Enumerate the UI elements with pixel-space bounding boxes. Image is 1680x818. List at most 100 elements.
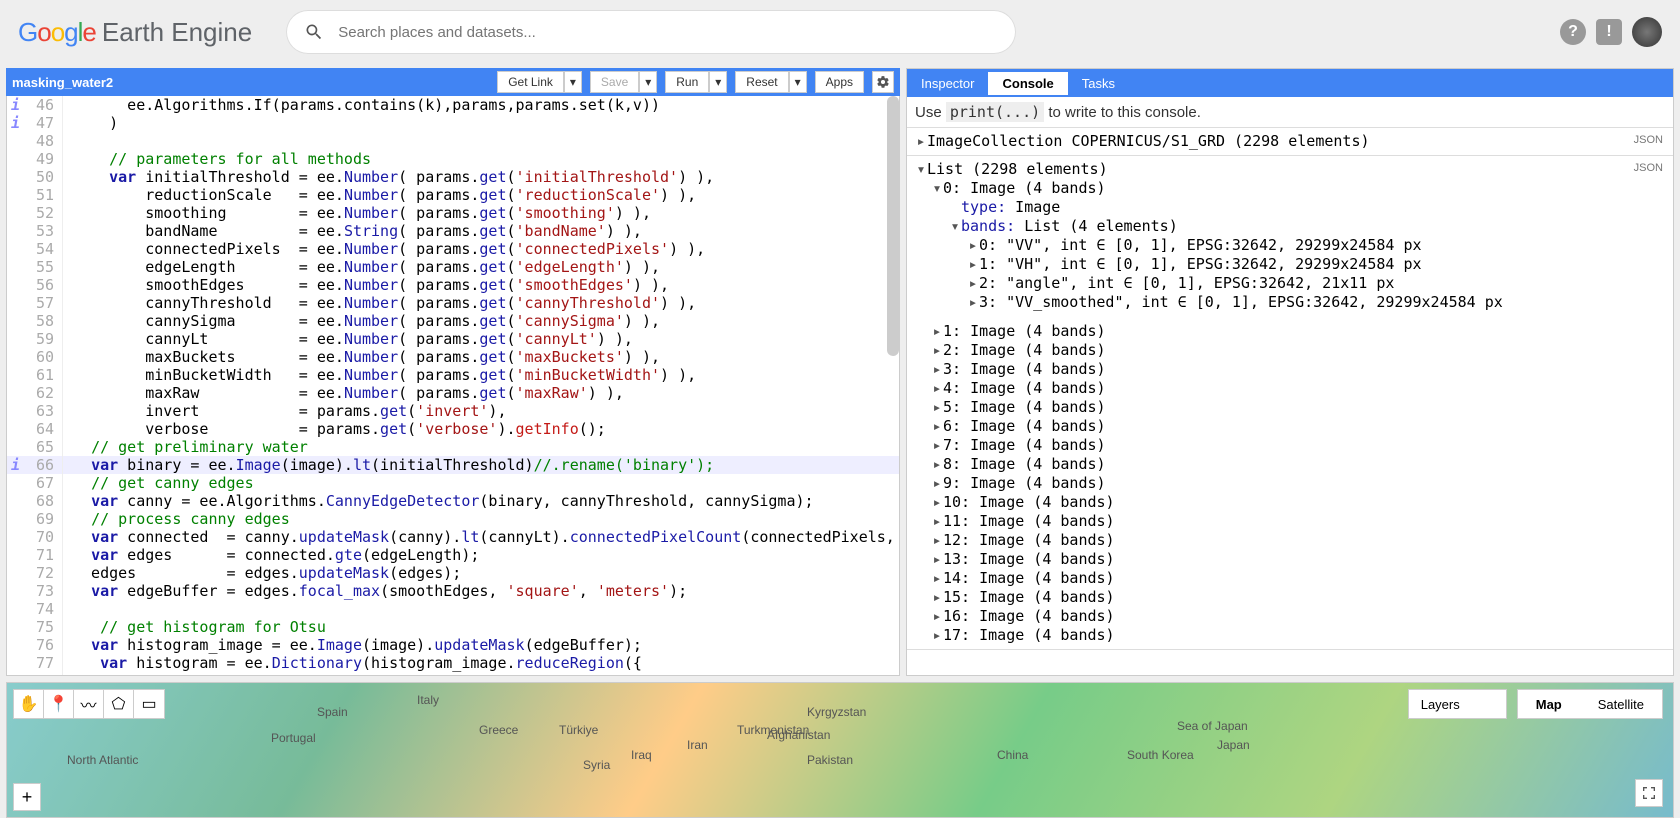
editor-pane: masking_water2 Get Link ▾ Save ▾ Run ▾ R… [6,68,900,676]
line-tool-icon[interactable]: 〰 [74,690,104,718]
scrollbar-thumb[interactable] [887,96,899,356]
tree-band-1[interactable]: ▸1: "VH", int ∈ [0, 1], EPSG:32642, 2929… [913,255,1667,274]
tree-image-7[interactable]: ▸7: Image (4 bands) [913,436,1667,455]
code-line[interactable]: 69 // process canny edges [7,510,899,528]
json-link[interactable]: JSON [1634,162,1663,174]
tab-console[interactable]: Console [988,72,1067,95]
code-line[interactable]: 54 connectedPixels = ee.Number( params.g… [7,240,899,258]
code-line[interactable]: 70 var connected = canny.updateMask(cann… [7,528,899,546]
code-line[interactable]: 76 var histogram_image = ee.Image(image)… [7,636,899,654]
reset-button[interactable]: Reset [735,71,788,93]
code-line[interactable]: 64 verbose = params.get('verbose').getIn… [7,420,899,438]
map-label: Japan [1217,738,1250,752]
tree-image-14[interactable]: ▸14: Image (4 bands) [913,569,1667,588]
code-line[interactable]: 72 edges = edges.updateMask(edges); [7,564,899,582]
code-line[interactable]: 59 cannyLt = ee.Number( params.get('cann… [7,330,899,348]
apps-button[interactable]: Apps [815,71,864,93]
code-line[interactable]: 57 cannyThreshold = ee.Number( params.ge… [7,294,899,312]
searchbar[interactable] [286,10,1016,54]
code-line[interactable]: 50 var initialThreshold = ee.Number( par… [7,168,899,186]
layers-control[interactable]: Layers [1408,689,1507,719]
tab-tasks[interactable]: Tasks [1068,72,1129,95]
map-type-satellite[interactable]: Satellite [1580,690,1662,718]
code-line[interactable]: 63 invert = params.get('invert'), [7,402,899,420]
code-line[interactable]: i47 ) [7,114,899,132]
tree-image-0-type[interactable]: type: Image [913,198,1667,217]
json-link[interactable]: JSON [1634,134,1663,146]
save-button[interactable]: Save [590,71,639,93]
tree-image-4[interactable]: ▸4: Image (4 bands) [913,379,1667,398]
code-line[interactable]: 67 // get canny edges [7,474,899,492]
code-line[interactable]: 62 maxRaw = ee.Number( params.get('maxRa… [7,384,899,402]
code-line[interactable]: i46 ee.Algorithms.If(params.contains(k),… [7,96,899,114]
map[interactable]: ✋ 📍 〰 ⬠ ▭ + Layers Map Satellite SpainPo… [6,682,1674,818]
marker-tool-icon[interactable]: 📍 [44,690,74,718]
tree-image-0[interactable]: ▾0: Image (4 bands) [913,179,1667,198]
tree-image-2[interactable]: ▸2: Image (4 bands) [913,341,1667,360]
polygon-tool-icon[interactable]: ⬠ [104,690,134,718]
zoom-in-button[interactable]: + [13,783,41,811]
search-input[interactable] [338,24,998,41]
tree-band-0[interactable]: ▸0: "VV", int ∈ [0, 1], EPSG:32642, 2929… [913,236,1667,255]
code-line[interactable]: 78 [7,672,899,676]
reset-menu[interactable]: ▾ [789,71,807,93]
tree-image-0-bands[interactable]: ▾bands: List (4 elements) [913,217,1667,236]
code-line[interactable]: 65 // get preliminary water [7,438,899,456]
code-line[interactable]: 49 // parameters for all methods [7,150,899,168]
code-line[interactable]: 55 edgeLength = ee.Number( params.get('e… [7,258,899,276]
tree-image-12[interactable]: ▸12: Image (4 bands) [913,531,1667,550]
code-line[interactable]: 56 smoothEdges = ee.Number( params.get('… [7,276,899,294]
code-line[interactable]: 48 [7,132,899,150]
code-line[interactable]: 51 reductionScale = ee.Number( params.ge… [7,186,899,204]
tab-inspector[interactable]: Inspector [907,72,988,95]
code-line[interactable]: 73 var edgeBuffer = edges.focal_max(smoo… [7,582,899,600]
settings-button[interactable] [872,71,894,93]
run-menu[interactable]: ▾ [709,71,727,93]
tree-image-11[interactable]: ▸11: Image (4 bands) [913,512,1667,531]
tree-band-3[interactable]: ▸3: "VV_smoothed", int ∈ [0, 1], EPSG:32… [913,293,1667,312]
tree-image-1[interactable]: ▸1: Image (4 bands) [913,322,1667,341]
code-line[interactable]: 61 minBucketWidth = ee.Number( params.ge… [7,366,899,384]
header: Google Earth Engine ? ! [0,0,1680,64]
map-draw-tools: ✋ 📍 〰 ⬠ ▭ [13,689,165,719]
avatar[interactable] [1632,17,1662,47]
console-entry-list[interactable]: JSON ▾List (2298 elements)▾0: Image (4 b… [907,156,1673,650]
pan-tool-icon[interactable]: ✋ [14,690,44,718]
code-line[interactable]: 74 [7,600,899,618]
code-editor[interactable]: i46 ee.Algorithms.If(params.contains(k),… [6,96,900,676]
console-body[interactable]: Use print(...) to write to this console.… [907,97,1673,675]
code-line[interactable]: i66 var binary = ee.Image(image).lt(init… [7,456,899,474]
tree-list-header[interactable]: ▾List (2298 elements) [913,160,1667,179]
get-link-menu[interactable]: ▾ [564,71,582,93]
tree-image-17[interactable]: ▸17: Image (4 bands) [913,626,1667,645]
tree-image-13[interactable]: ▸13: Image (4 bands) [913,550,1667,569]
tree-image-10[interactable]: ▸10: Image (4 bands) [913,493,1667,512]
logo[interactable]: Google Earth Engine [18,17,252,48]
code-line[interactable]: 68 var canny = ee.Algorithms.CannyEdgeDe… [7,492,899,510]
code-line[interactable]: 71 var edges = connected.gte(edgeLength)… [7,546,899,564]
fullscreen-button[interactable] [1635,779,1663,807]
tree-image-3[interactable]: ▸3: Image (4 bands) [913,360,1667,379]
get-link-button[interactable]: Get Link [497,71,564,93]
tree-image-15[interactable]: ▸15: Image (4 bands) [913,588,1667,607]
tree-image-9[interactable]: ▸9: Image (4 bands) [913,474,1667,493]
code-line[interactable]: 60 maxBuckets = ee.Number( params.get('m… [7,348,899,366]
code-line[interactable]: 75 // get histogram for Otsu [7,618,899,636]
map-label: Iran [687,738,708,752]
tree-image-8[interactable]: ▸8: Image (4 bands) [913,455,1667,474]
help-icon[interactable]: ? [1560,19,1586,45]
feedback-icon[interactable]: ! [1596,19,1622,45]
code-line[interactable]: 53 bandName = ee.String( params.get('ban… [7,222,899,240]
tree-image-6[interactable]: ▸6: Image (4 bands) [913,417,1667,436]
tree-image-16[interactable]: ▸16: Image (4 bands) [913,607,1667,626]
tree-band-2[interactable]: ▸2: "angle", int ∈ [0, 1], EPSG:32642, 2… [913,274,1667,293]
tree-image-5[interactable]: ▸5: Image (4 bands) [913,398,1667,417]
run-button[interactable]: Run [665,71,709,93]
console-entry-imagecollection[interactable]: JSON ▸ImageCollection COPERNICUS/S1_GRD … [907,128,1673,156]
save-menu[interactable]: ▾ [639,71,657,93]
code-line[interactable]: 58 cannySigma = ee.Number( params.get('c… [7,312,899,330]
rectangle-tool-icon[interactable]: ▭ [134,690,164,718]
code-line[interactable]: 77 var histogram = ee.Dictionary(histogr… [7,654,899,672]
map-type-map[interactable]: Map [1518,690,1580,718]
code-line[interactable]: 52 smoothing = ee.Number( params.get('sm… [7,204,899,222]
